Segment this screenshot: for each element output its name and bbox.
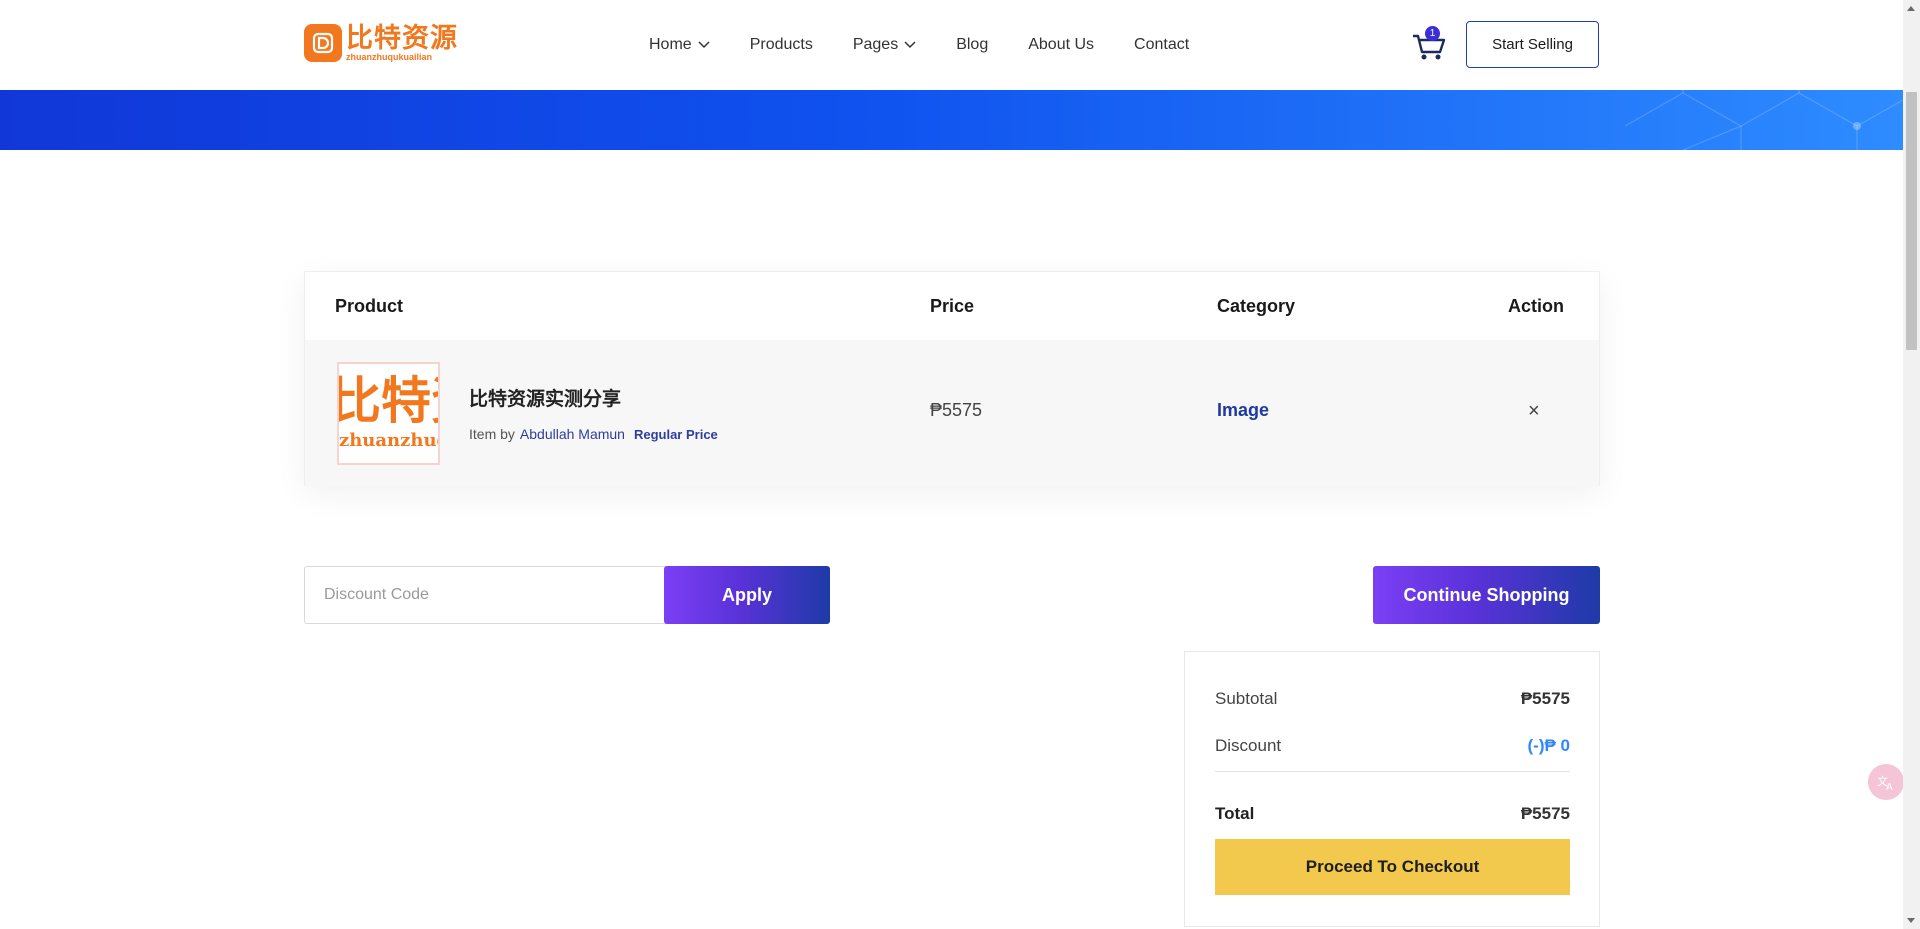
table-row: 比特资 zhuanzhuqu 比特资源实测分享 Item by Abdullah…	[305, 340, 1599, 486]
item-by-label: Item by	[469, 426, 515, 442]
cart-button[interactable]: 1	[1411, 26, 1447, 64]
thumb-cn: 比特资	[339, 372, 438, 430]
chevron-down-icon	[698, 41, 710, 49]
start-selling-button[interactable]: Start Selling	[1466, 21, 1599, 68]
logo-mark-icon	[304, 24, 342, 62]
proceed-to-checkout-button[interactable]: Proceed To Checkout	[1215, 839, 1570, 895]
site-header: 比特资源 zhuanzhuqukuailian Home Products Pa…	[0, 0, 1903, 90]
cart-table: Product Price Category Action 比特资 zhuanz…	[304, 271, 1600, 486]
scroll-up-icon[interactable]	[1907, 6, 1915, 11]
banner-pattern	[1624, 90, 1903, 150]
order-summary: Subtotal ₱5575 Discount (-)₱ 0 Total ₱55…	[1184, 651, 1600, 927]
header-price: Price	[930, 296, 975, 316]
discount-row: Discount (-)₱ 0	[1215, 736, 1570, 756]
nav-item-label: About Us	[1028, 36, 1095, 53]
nav-item-label: Home	[649, 36, 692, 53]
nav-item-label: Products	[749, 36, 813, 53]
svg-text:A: A	[1886, 782, 1893, 792]
nav-item-label: Blog	[956, 36, 989, 53]
nav-item-products[interactable]: Products	[750, 36, 813, 54]
subtotal-label: Subtotal	[1215, 689, 1278, 708]
scroll-thumb[interactable]	[1906, 92, 1917, 350]
translate-icon[interactable]: 文 A	[1868, 764, 1904, 800]
nav-item-blog[interactable]: Blog	[956, 36, 988, 54]
subtotal-value: ₱5575	[1520, 689, 1570, 708]
close-icon[interactable]: ×	[1528, 400, 1540, 423]
product-category-link[interactable]: Image	[1217, 400, 1269, 421]
author-link[interactable]: Abdullah Mamun	[520, 426, 625, 442]
total-label: Total	[1215, 804, 1255, 823]
logo-text: 比特资源 zhuanzhuqukuailian	[346, 25, 458, 62]
nav-item-contact[interactable]: Contact	[1134, 36, 1189, 54]
main-nav: Home Products Pages Blog About Us Contac…	[649, 0, 1229, 90]
header-category: Category	[1217, 296, 1296, 316]
logo-en: zhuanzhuqukuailian	[346, 51, 433, 62]
product-title[interactable]: 比特资源实测分享	[469, 384, 621, 411]
apply-discount-button[interactable]: Apply	[664, 566, 830, 624]
discount-label: Discount	[1215, 736, 1282, 755]
nav-item-label: Pages	[852, 36, 899, 53]
product-meta: Item by Abdullah Mamun Regular Price	[469, 426, 718, 442]
nav-item-home[interactable]: Home	[649, 36, 710, 54]
summary-divider	[1215, 771, 1570, 772]
nav-item-about-us[interactable]: About Us	[1028, 36, 1094, 54]
header-action: Action	[1508, 296, 1564, 316]
chevron-down-icon	[904, 41, 916, 49]
scroll-down-icon[interactable]	[1907, 918, 1915, 923]
nav-item-label: Contact	[1134, 36, 1190, 53]
header-product: Product	[335, 296, 404, 316]
cart-page: 比特资源 zhuanzhuqukuailian Home Products Pa…	[0, 0, 1920, 929]
nav-item-pages[interactable]: Pages	[853, 36, 916, 54]
thumb-en: zhuanzhuqu	[339, 430, 438, 451]
product-thumbnail[interactable]: 比特资 zhuanzhuqu	[337, 362, 440, 465]
license-badge: Regular Price	[633, 426, 718, 442]
page-banner	[0, 90, 1903, 150]
discount-value: (-)₱ 0	[1527, 736, 1571, 755]
vertical-scrollbar[interactable]	[1903, 0, 1920, 929]
total-value: ₱5575	[1520, 804, 1570, 823]
cart-count-badge: 1	[1425, 26, 1440, 41]
table-header: Product Price Category Action	[305, 272, 1599, 340]
total-row: Total ₱5575	[1215, 804, 1570, 824]
discount-code-input[interactable]	[304, 566, 666, 624]
site-logo[interactable]: 比特资源 zhuanzhuqukuailian	[304, 24, 458, 62]
product-price: ₱5575	[930, 400, 983, 420]
subtotal-row: Subtotal ₱5575	[1215, 689, 1570, 709]
continue-shopping-button[interactable]: Continue Shopping	[1373, 566, 1600, 624]
logo-cn: 比特资源	[346, 22, 458, 54]
